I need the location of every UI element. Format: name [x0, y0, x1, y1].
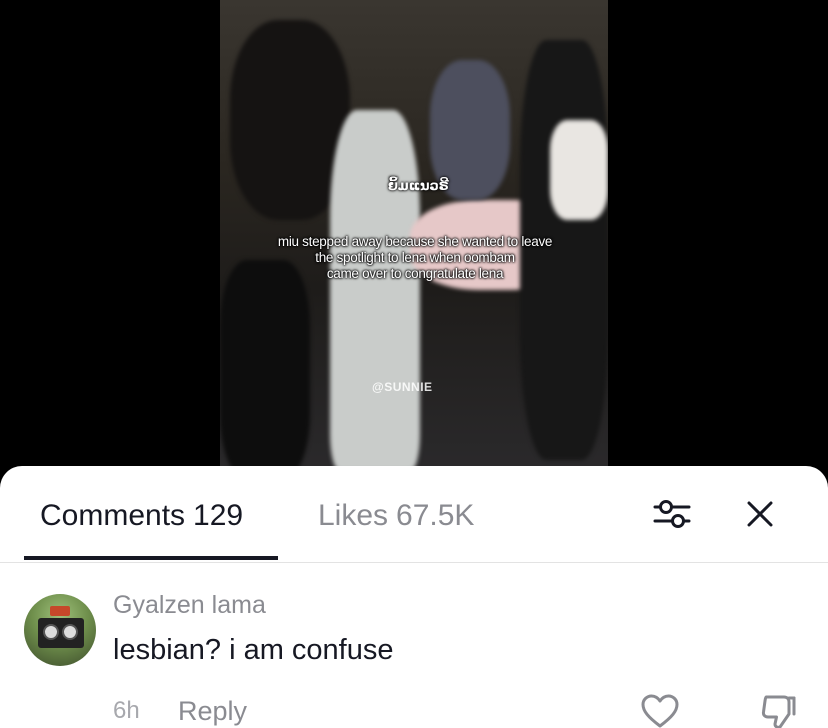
close-icon: [747, 501, 773, 527]
thumbs-down-icon: [761, 695, 796, 728]
comment-timestamp: 6h: [113, 697, 140, 724]
caption-line: miu stepped away because she wanted to l…: [277, 234, 553, 249]
tab-comments-label: Comments: [40, 499, 186, 532]
video-scene: [330, 110, 420, 470]
dislike-button[interactable]: [758, 692, 798, 728]
video-player[interactable]: ຍິ້ມແນວຣີ miu stepped away because she w…: [220, 0, 608, 480]
tab-likes[interactable]: Likes 67.5K: [318, 498, 474, 534]
comment-item: Gyalzen lama lesbian? i am confuse 6h Re…: [0, 590, 828, 728]
comment-username[interactable]: Gyalzen lama: [113, 590, 266, 620]
reply-button[interactable]: Reply: [178, 696, 247, 726]
close-button[interactable]: [740, 494, 780, 534]
active-tab-indicator: [24, 556, 278, 560]
tab-likes-count: 67.5K: [396, 499, 475, 532]
avatar-graphic: [38, 618, 84, 648]
caption-line: came over to congratulate lena: [326, 266, 504, 281]
screen: ຍິ້ມແນວຣີ miu stepped away because she w…: [0, 0, 828, 728]
tab-comments-count: 129: [193, 499, 244, 532]
video-watermark: @SUNNIE: [372, 380, 433, 394]
avatar[interactable]: [24, 594, 96, 666]
avatar-graphic: [50, 606, 70, 616]
filter-button[interactable]: [652, 494, 692, 534]
video-scene: [220, 260, 310, 480]
tab-comments[interactable]: Comments 129: [40, 498, 243, 534]
heart-outline-icon: [641, 694, 679, 728]
like-button[interactable]: [640, 692, 680, 728]
tab-likes-label: Likes: [318, 499, 389, 532]
video-caption: miu stepped away because she wanted to l…: [260, 234, 570, 282]
comments-sheet: Comments 129 Likes 67.5K Gyalzen lama le…: [0, 466, 828, 728]
comment-text: lesbian? i am confuse: [113, 634, 394, 666]
sheet-tab-bar: Comments 129 Likes 67.5K: [0, 466, 828, 563]
video-scene: [550, 120, 608, 220]
sliders-icon: [653, 500, 691, 528]
video-brand-overlay: ຍິ້ມແນວຣີ: [388, 178, 449, 193]
caption-line: the spotlight to lena when oombam: [315, 250, 515, 265]
